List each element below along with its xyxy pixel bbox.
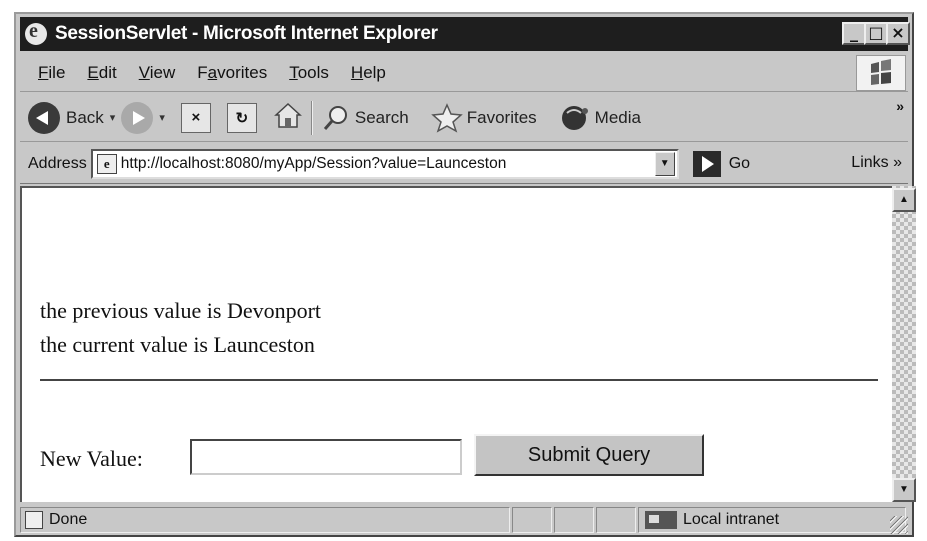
standard-toolbar: Back ▾ ▾ × ↻ Search Favorites Media »	[20, 94, 908, 142]
menu-file[interactable]: File	[38, 63, 65, 83]
windows-flag-icon	[856, 55, 906, 91]
back-arrow-icon	[28, 101, 60, 134]
stop-button[interactable]: ×	[180, 102, 211, 133]
address-bar: Address e http://localhost:8080/myApp/Se…	[20, 144, 908, 184]
address-url[interactable]: http://localhost:8080/myApp/Session?valu…	[121, 155, 655, 173]
menu-tools[interactable]: Tools	[289, 63, 329, 83]
status-pane-1	[512, 507, 552, 533]
back-label: Back	[66, 107, 104, 127]
new-value-label: New Value:	[40, 446, 143, 471]
minimize-button[interactable]: _	[842, 22, 866, 45]
menu-bar: File Edit View Favorites Tools Help	[20, 54, 908, 92]
forward-button[interactable]	[121, 101, 154, 134]
toolbar-separator	[310, 100, 313, 135]
home-button[interactable]	[273, 100, 303, 135]
scroll-down-button[interactable]: ▼	[892, 478, 916, 502]
go-button[interactable]: Go	[692, 150, 750, 177]
search-button[interactable]: Search	[321, 103, 409, 133]
forward-arrow-icon	[121, 101, 154, 134]
toolbar-overflow-chevron[interactable]: »	[896, 98, 904, 114]
menu-view[interactable]: View	[139, 63, 176, 83]
new-value-input[interactable]	[190, 439, 462, 475]
refresh-button[interactable]: ↻	[226, 102, 257, 133]
security-zone-text: Local intranet	[683, 511, 780, 528]
vertical-scrollbar[interactable]: ▲ ▼	[892, 186, 916, 502]
status-text: Done	[49, 511, 88, 528]
submit-query-button[interactable]: Submit Query	[474, 434, 704, 476]
links-button[interactable]: Links »	[851, 154, 902, 172]
close-button[interactable]: ×	[886, 22, 910, 45]
page-icon: e	[96, 153, 117, 174]
ie-logo-icon	[25, 20, 47, 45]
status-bar: Done Local intranet	[20, 506, 908, 534]
menu-favorites[interactable]: Favorites	[197, 63, 267, 83]
current-value-text: the current value is Launceston	[40, 332, 315, 357]
favorites-star-icon	[430, 102, 463, 133]
menu-help[interactable]: Help	[351, 63, 386, 83]
resize-grip[interactable]	[890, 516, 908, 534]
media-button[interactable]: Media	[559, 103, 641, 133]
status-pane-3	[596, 507, 636, 533]
page-status-icon	[25, 511, 43, 529]
window-title: SessionServlet - Microsoft Internet Expl…	[55, 23, 438, 44]
back-button[interactable]: Back	[28, 101, 104, 134]
horizontal-rule	[40, 379, 878, 381]
forward-history-dropdown[interactable]: ▾	[159, 111, 165, 124]
status-zone-pane: Local intranet	[638, 507, 906, 533]
scroll-up-button[interactable]: ▲	[892, 188, 916, 212]
media-icon	[561, 105, 588, 130]
status-pane-main: Done	[20, 507, 510, 533]
favorites-button[interactable]: Favorites	[430, 102, 537, 133]
home-icon	[273, 102, 302, 128]
address-dropdown-button[interactable]: ▼	[654, 151, 675, 176]
search-icon	[323, 105, 347, 130]
maximize-button[interactable]: □	[864, 22, 888, 45]
local-intranet-icon	[645, 511, 677, 529]
previous-value-text: the previous value is Devonport	[40, 298, 322, 323]
browser-window: SessionServlet - Microsoft Internet Expl…	[14, 12, 916, 537]
address-field[interactable]: e http://localhost:8080/myApp/Session?va…	[90, 148, 679, 179]
status-pane-2	[554, 507, 594, 533]
address-label: Address	[28, 154, 87, 172]
back-history-dropdown[interactable]: ▾	[110, 111, 116, 124]
go-arrow-icon	[692, 150, 721, 177]
page-content: the previous value is Devonport the curr…	[20, 186, 892, 502]
title-bar: SessionServlet - Microsoft Internet Expl…	[20, 17, 910, 51]
menu-edit[interactable]: Edit	[87, 63, 116, 83]
